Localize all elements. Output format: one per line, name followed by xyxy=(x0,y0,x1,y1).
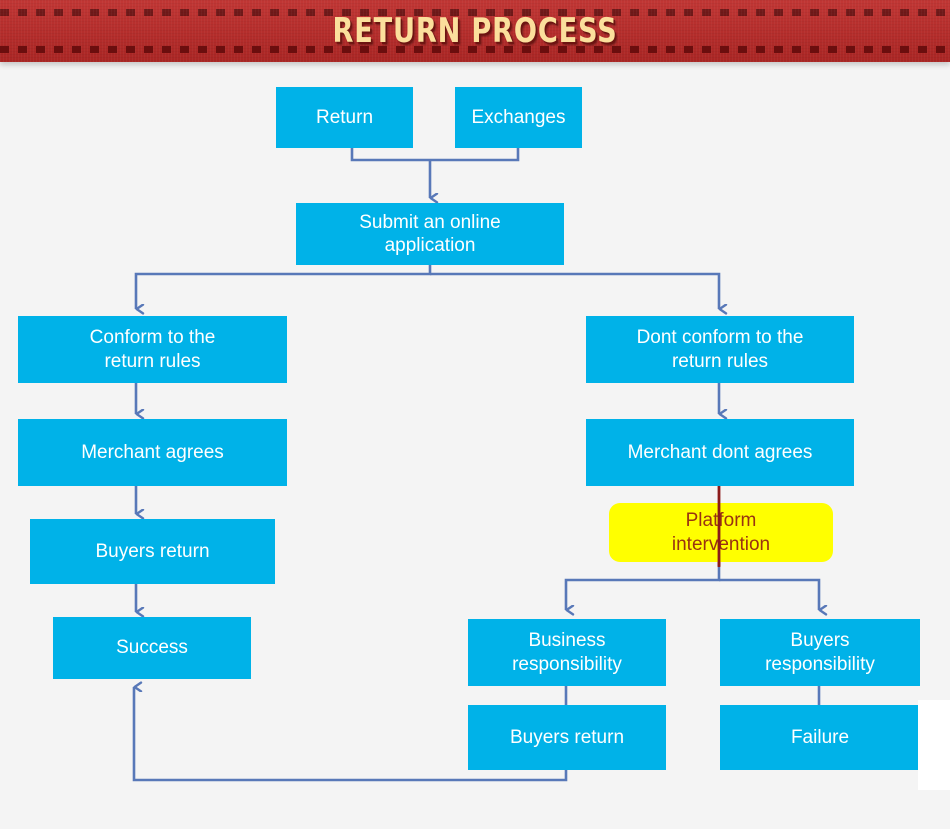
node-exchanges[interactable]: Exchanges xyxy=(455,87,582,148)
corner-white-block xyxy=(918,700,950,790)
node-dont-conform-line2: return rules xyxy=(671,350,769,372)
node-buyers-responsibility-line2: responsibility xyxy=(765,653,875,675)
node-submit-line1: Submit an online xyxy=(359,211,501,233)
header-banner: RETURN PROCESS xyxy=(0,0,950,62)
node-success[interactable]: Success xyxy=(53,617,251,679)
node-dont-conform-line1: Dont conform to the xyxy=(636,327,804,349)
node-submit-online-application[interactable]: Submit an online application xyxy=(296,203,564,265)
node-buyers-return-bottom[interactable]: Buyers return xyxy=(468,705,666,770)
node-buyers-return-left-label: Buyers return xyxy=(95,540,210,562)
node-exchanges-label: Exchanges xyxy=(471,106,566,128)
node-merchant-agrees-label: Merchant agrees xyxy=(81,441,224,463)
edge-platform-to-buyers-responsibility xyxy=(719,578,819,610)
node-merchant-agrees[interactable]: Merchant agrees xyxy=(18,419,287,486)
node-merchant-dont-agrees[interactable]: Merchant dont agrees xyxy=(586,419,854,486)
node-merchant-dont-agrees-label: Merchant dont agrees xyxy=(627,441,813,463)
edge-top-merge xyxy=(350,148,520,162)
node-failure-label: Failure xyxy=(790,726,850,748)
node-platform-intervention-line2: intervention xyxy=(671,533,771,555)
node-failure[interactable]: Failure xyxy=(720,705,920,770)
node-business-responsibility-line1: Business xyxy=(528,630,606,652)
edge-submit-to-conform xyxy=(134,265,432,309)
node-buyers-return-left[interactable]: Buyers return xyxy=(30,519,275,584)
node-return[interactable]: Return xyxy=(276,87,413,148)
node-submit-line2: application xyxy=(384,235,476,256)
node-business-responsibility-line2: responsibility xyxy=(512,653,622,675)
node-platform-intervention[interactable]: Platform intervention xyxy=(609,503,833,562)
edge-platform-to-business-responsibility xyxy=(564,562,721,610)
node-buyers-return-bottom-label: Buyers return xyxy=(509,726,625,748)
node-dont-conform-to-return-rules[interactable]: Dont conform to the return rules xyxy=(586,316,854,383)
node-buyers-responsibility[interactable]: Buyers responsibility xyxy=(720,619,920,686)
node-business-responsibility[interactable]: Business responsibility xyxy=(468,619,666,686)
node-return-label: Return xyxy=(315,106,374,128)
node-buyers-responsibility-line1: Buyers xyxy=(790,630,850,652)
flowchart-page: RETURN PROCESS Return Exchanges Submit a… xyxy=(0,0,950,829)
edge-submit-to-dont-conform xyxy=(430,272,719,309)
page-title: RETURN PROCESS xyxy=(332,11,618,51)
node-conform-line2: return rules xyxy=(104,350,201,372)
flowchart-canvas: Return Exchanges Submit an online applic… xyxy=(0,62,950,829)
node-conform-line1: Conform to the xyxy=(89,327,216,349)
node-platform-intervention-line1: Platform xyxy=(685,510,757,532)
node-conform-to-return-rules[interactable]: Conform to the return rules xyxy=(18,316,287,383)
node-success-label: Success xyxy=(116,637,188,659)
